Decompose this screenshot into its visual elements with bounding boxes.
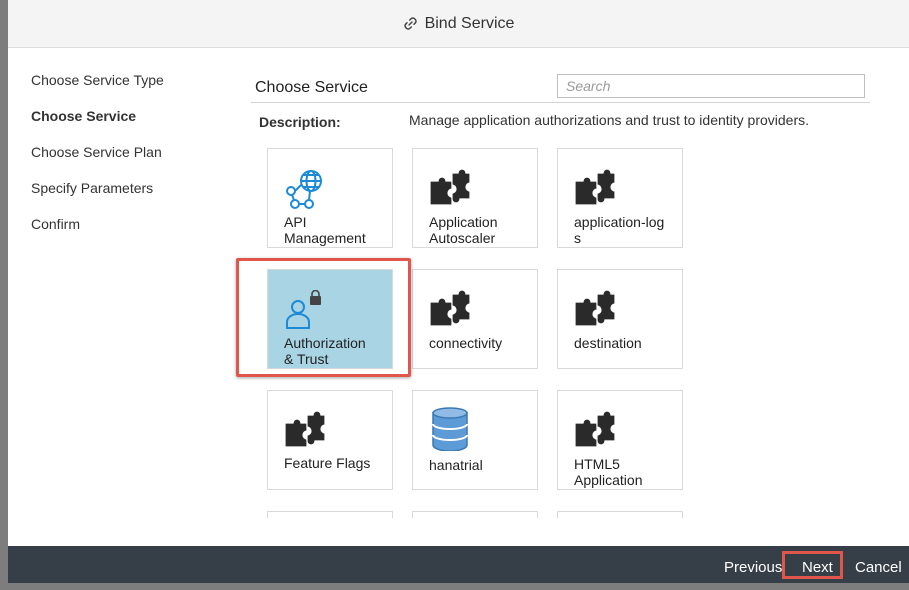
previous-button[interactable]: Previous <box>724 546 782 583</box>
service-tile-application-logs[interactable]: application-log s <box>557 148 683 248</box>
service-tile-application-autoscaler[interactable]: Application Autoscaler <box>412 148 538 248</box>
service-tile-partial[interactable] <box>557 511 683 518</box>
tile-label-line: & Trust <box>284 351 329 367</box>
step-choose-service-type[interactable]: Choose Service Type <box>31 72 164 108</box>
step-specify-parameters[interactable]: Specify Parameters <box>31 180 164 216</box>
puzzle-icon <box>285 411 325 448</box>
database-icon <box>432 407 468 451</box>
service-tile-destination[interactable]: destination <box>557 269 683 369</box>
service-tile-hanatrial[interactable]: hanatrial <box>412 390 538 490</box>
dialog-title: Bind Service <box>424 14 515 32</box>
tile-label-line: hanatrial <box>429 457 483 473</box>
tile-label-line: Autoscaler <box>429 230 496 246</box>
service-tile-partial[interactable] <box>267 511 393 518</box>
dialog-header: Bind Service <box>8 0 909 48</box>
search-input[interactable] <box>557 74 865 98</box>
service-tile-partial[interactable] <box>412 511 538 518</box>
description-text: Manage application authorizations and tr… <box>409 112 810 128</box>
step-choose-service[interactable]: Choose Service <box>31 108 164 144</box>
cancel-button[interactable]: Cancel <box>855 546 902 583</box>
description-label: Description: <box>259 114 341 130</box>
wizard-steps: Choose Service Type Choose Service Choos… <box>31 72 164 252</box>
tile-label-line: API <box>284 214 307 230</box>
tile-label-line: Management <box>284 230 366 246</box>
tile-label-line: Authorization <box>284 335 366 351</box>
puzzle-icon <box>575 290 615 327</box>
api-management-icon <box>286 170 322 209</box>
tile-label-line: Application <box>574 472 643 488</box>
step-choose-service-plan[interactable]: Choose Service Plan <box>31 144 164 180</box>
service-tiles: API Management Application Autoscaler ap… <box>260 140 700 518</box>
next-button[interactable]: Next <box>802 546 833 583</box>
service-tile-feature-flags[interactable]: Feature Flags <box>267 390 393 490</box>
service-tile-api-management[interactable]: API Management <box>267 148 393 248</box>
tile-label-line: s <box>574 230 581 246</box>
dialog-footer: Previous Next Cancel <box>8 546 909 583</box>
service-tile-html5-application[interactable]: HTML5 Application <box>557 390 683 490</box>
step-confirm[interactable]: Confirm <box>31 216 164 252</box>
puzzle-icon <box>575 169 615 206</box>
puzzle-icon <box>430 290 470 327</box>
user-lock-icon <box>286 290 321 329</box>
service-tile-authorization-trust[interactable]: Authorization & Trust <box>267 269 393 369</box>
service-tile-connectivity[interactable]: connectivity <box>412 269 538 369</box>
content-title: Choose Service <box>255 79 368 96</box>
tile-label-line: Feature Flags <box>284 455 371 471</box>
tile-label-line: connectivity <box>429 335 503 351</box>
puzzle-icon <box>575 411 615 448</box>
content-divider <box>251 102 870 103</box>
tile-label-line: application-log <box>574 214 665 230</box>
tile-label-line: HTML5 <box>574 456 620 472</box>
puzzle-icon <box>430 169 470 206</box>
tile-label-line: Application <box>429 214 498 230</box>
link-icon <box>403 17 417 30</box>
tile-label-line: destination <box>574 335 642 351</box>
bind-service-dialog: Bind Service Choose Service Type Choose … <box>8 0 909 583</box>
